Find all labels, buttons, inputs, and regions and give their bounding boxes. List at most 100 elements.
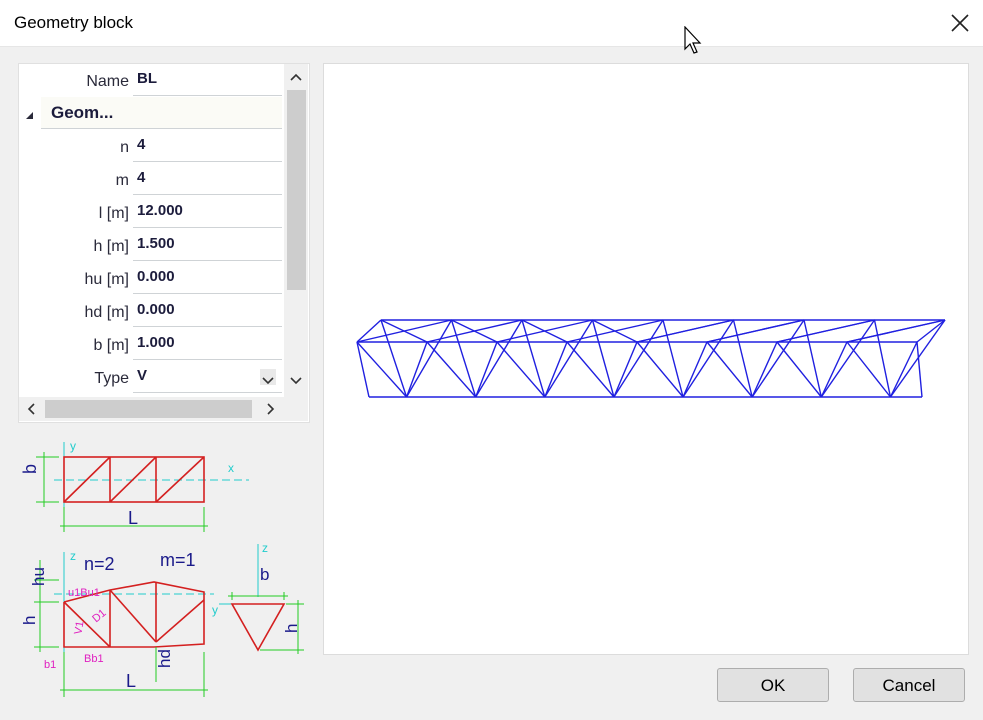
scroll-down-icon[interactable]	[284, 370, 308, 392]
truss-member	[544, 341, 568, 398]
property-row[interactable]: n4	[19, 130, 284, 163]
property-rows: Name BL Geom... n 4 m 4 l [m] 12.000 h [m] 1.500 hu…	[19, 64, 284, 397]
section-h-label: h	[282, 624, 301, 633]
title-bar: Geometry block	[0, 0, 983, 47]
property-group-label: Geom...	[41, 97, 282, 129]
vertical-scroll-thumb[interactable]	[287, 90, 306, 290]
window-title: Geometry block	[14, 13, 134, 32]
property-row[interactable]: Type V	[19, 361, 284, 394]
property-value[interactable]: 4	[133, 130, 282, 162]
section-diagram: z b y h	[212, 541, 304, 654]
elev-v1-label: V1	[72, 620, 86, 635]
property-value[interactable]: V	[133, 361, 282, 393]
close-icon	[951, 14, 969, 32]
property-value[interactable]: 4	[133, 163, 282, 195]
scroll-right-icon[interactable]	[259, 398, 283, 420]
truss-member	[475, 341, 498, 398]
truss-member	[682, 319, 735, 398]
property-value[interactable]: 0.000	[133, 295, 282, 327]
truss-member	[592, 319, 638, 343]
truss-member	[405, 341, 428, 398]
property-label: Name	[86, 73, 129, 90]
property-row[interactable]: b [m] 1.000	[19, 328, 284, 361]
plan-y-label: y	[70, 439, 76, 453]
property-label: hu [m]	[84, 271, 129, 288]
truss-member	[682, 341, 708, 398]
property-value[interactable]: BL	[133, 64, 282, 96]
elev-L-label: L	[126, 671, 136, 691]
property-value[interactable]: 12.000	[133, 196, 282, 228]
property-label: m	[115, 172, 129, 189]
mouse-cursor-icon	[684, 26, 702, 54]
scroll-corner	[284, 397, 308, 421]
elev-hu-label: hu	[29, 567, 48, 586]
truss-member	[820, 341, 848, 398]
truss-member	[496, 341, 546, 398]
property-row[interactable]: h [m] 1.500	[19, 229, 284, 262]
elev-z-label: z	[70, 549, 76, 563]
elev-h-label: h	[20, 616, 39, 625]
property-label: h [m]	[93, 238, 129, 255]
scroll-left-icon[interactable]	[19, 398, 43, 420]
horizontal-scroll-thumb[interactable]	[45, 400, 252, 418]
vertical-scrollbar[interactable]	[284, 64, 308, 397]
truss-member	[521, 319, 568, 343]
truss-member	[889, 341, 918, 398]
dropdown-arrow-icon[interactable]	[260, 369, 276, 385]
property-row[interactable]: Name BL	[19, 64, 284, 97]
truss-member	[889, 319, 946, 398]
truss-member	[475, 319, 523, 398]
truss-member	[751, 319, 805, 398]
truss-drawing	[356, 319, 946, 398]
truss-member	[451, 319, 498, 343]
property-label: b [m]	[93, 337, 129, 354]
elevation-diagram: n=2 m=1 z hu h hd L u1Bu1 D1 V1 Bb1 b1	[20, 549, 214, 697]
property-row[interactable]: hd [m] 0.000	[19, 295, 284, 328]
truss-member	[846, 341, 891, 398]
property-value[interactable]: 0.000	[133, 262, 282, 294]
geometry-diagrams: b L y x n=2 m=1 z hu h hd L u1Bu1 D1 V1 …	[20, 439, 304, 697]
property-label: l [m]	[98, 205, 129, 222]
truss-member	[873, 319, 892, 398]
property-label: Type	[94, 370, 129, 387]
property-label: n	[120, 139, 129, 156]
truss-preview[interactable]	[323, 63, 969, 655]
truss-member	[405, 319, 453, 398]
plan-L-label: L	[128, 508, 138, 528]
property-label: hd [m]	[84, 304, 129, 321]
property-row[interactable]: hu [m] 0.000	[19, 262, 284, 295]
truss-member	[751, 341, 778, 398]
scroll-up-icon[interactable]	[284, 66, 308, 88]
property-group-row[interactable]: Geom...	[19, 97, 284, 130]
elev-hd-label: hd	[155, 649, 174, 668]
close-button[interactable]	[937, 0, 983, 46]
section-b-label: b	[260, 565, 269, 584]
elev-n-label: n=2	[84, 554, 115, 574]
elev-m-label: m=1	[160, 550, 196, 570]
section-z-label: z	[262, 541, 268, 555]
truss-member	[356, 341, 370, 398]
horizontal-scrollbar[interactable]	[19, 397, 284, 421]
truss-member	[426, 341, 477, 398]
elev-u1bu1-label: u1Bu1	[68, 587, 100, 599]
truss-member	[916, 341, 923, 398]
property-value[interactable]: 1.000	[133, 328, 282, 360]
property-row[interactable]: m4	[19, 163, 284, 196]
cancel-button[interactable]: Cancel	[853, 668, 965, 702]
ok-button[interactable]: OK	[717, 668, 829, 702]
property-row[interactable]: l [m] 12.000	[19, 196, 284, 229]
truss-member	[613, 341, 638, 398]
plan-x-label: x	[228, 461, 234, 475]
plan-view-diagram: b L y x	[20, 439, 249, 532]
elev-b1-label: b1	[44, 659, 56, 671]
truss-member	[356, 341, 408, 398]
truss-member	[613, 319, 664, 398]
elev-d1-label: D1	[90, 607, 108, 625]
truss-member	[544, 319, 594, 398]
plan-b-label: b	[20, 464, 40, 474]
property-grid: Name BL Geom... n 4 m 4 l [m] 12.000 h [m] 1.500 hu…	[18, 63, 310, 423]
property-value[interactable]: 1.500	[133, 229, 282, 261]
section-y-label: y	[212, 603, 218, 617]
elev-bb1-label: Bb1	[84, 653, 104, 665]
truss-member	[820, 319, 876, 398]
